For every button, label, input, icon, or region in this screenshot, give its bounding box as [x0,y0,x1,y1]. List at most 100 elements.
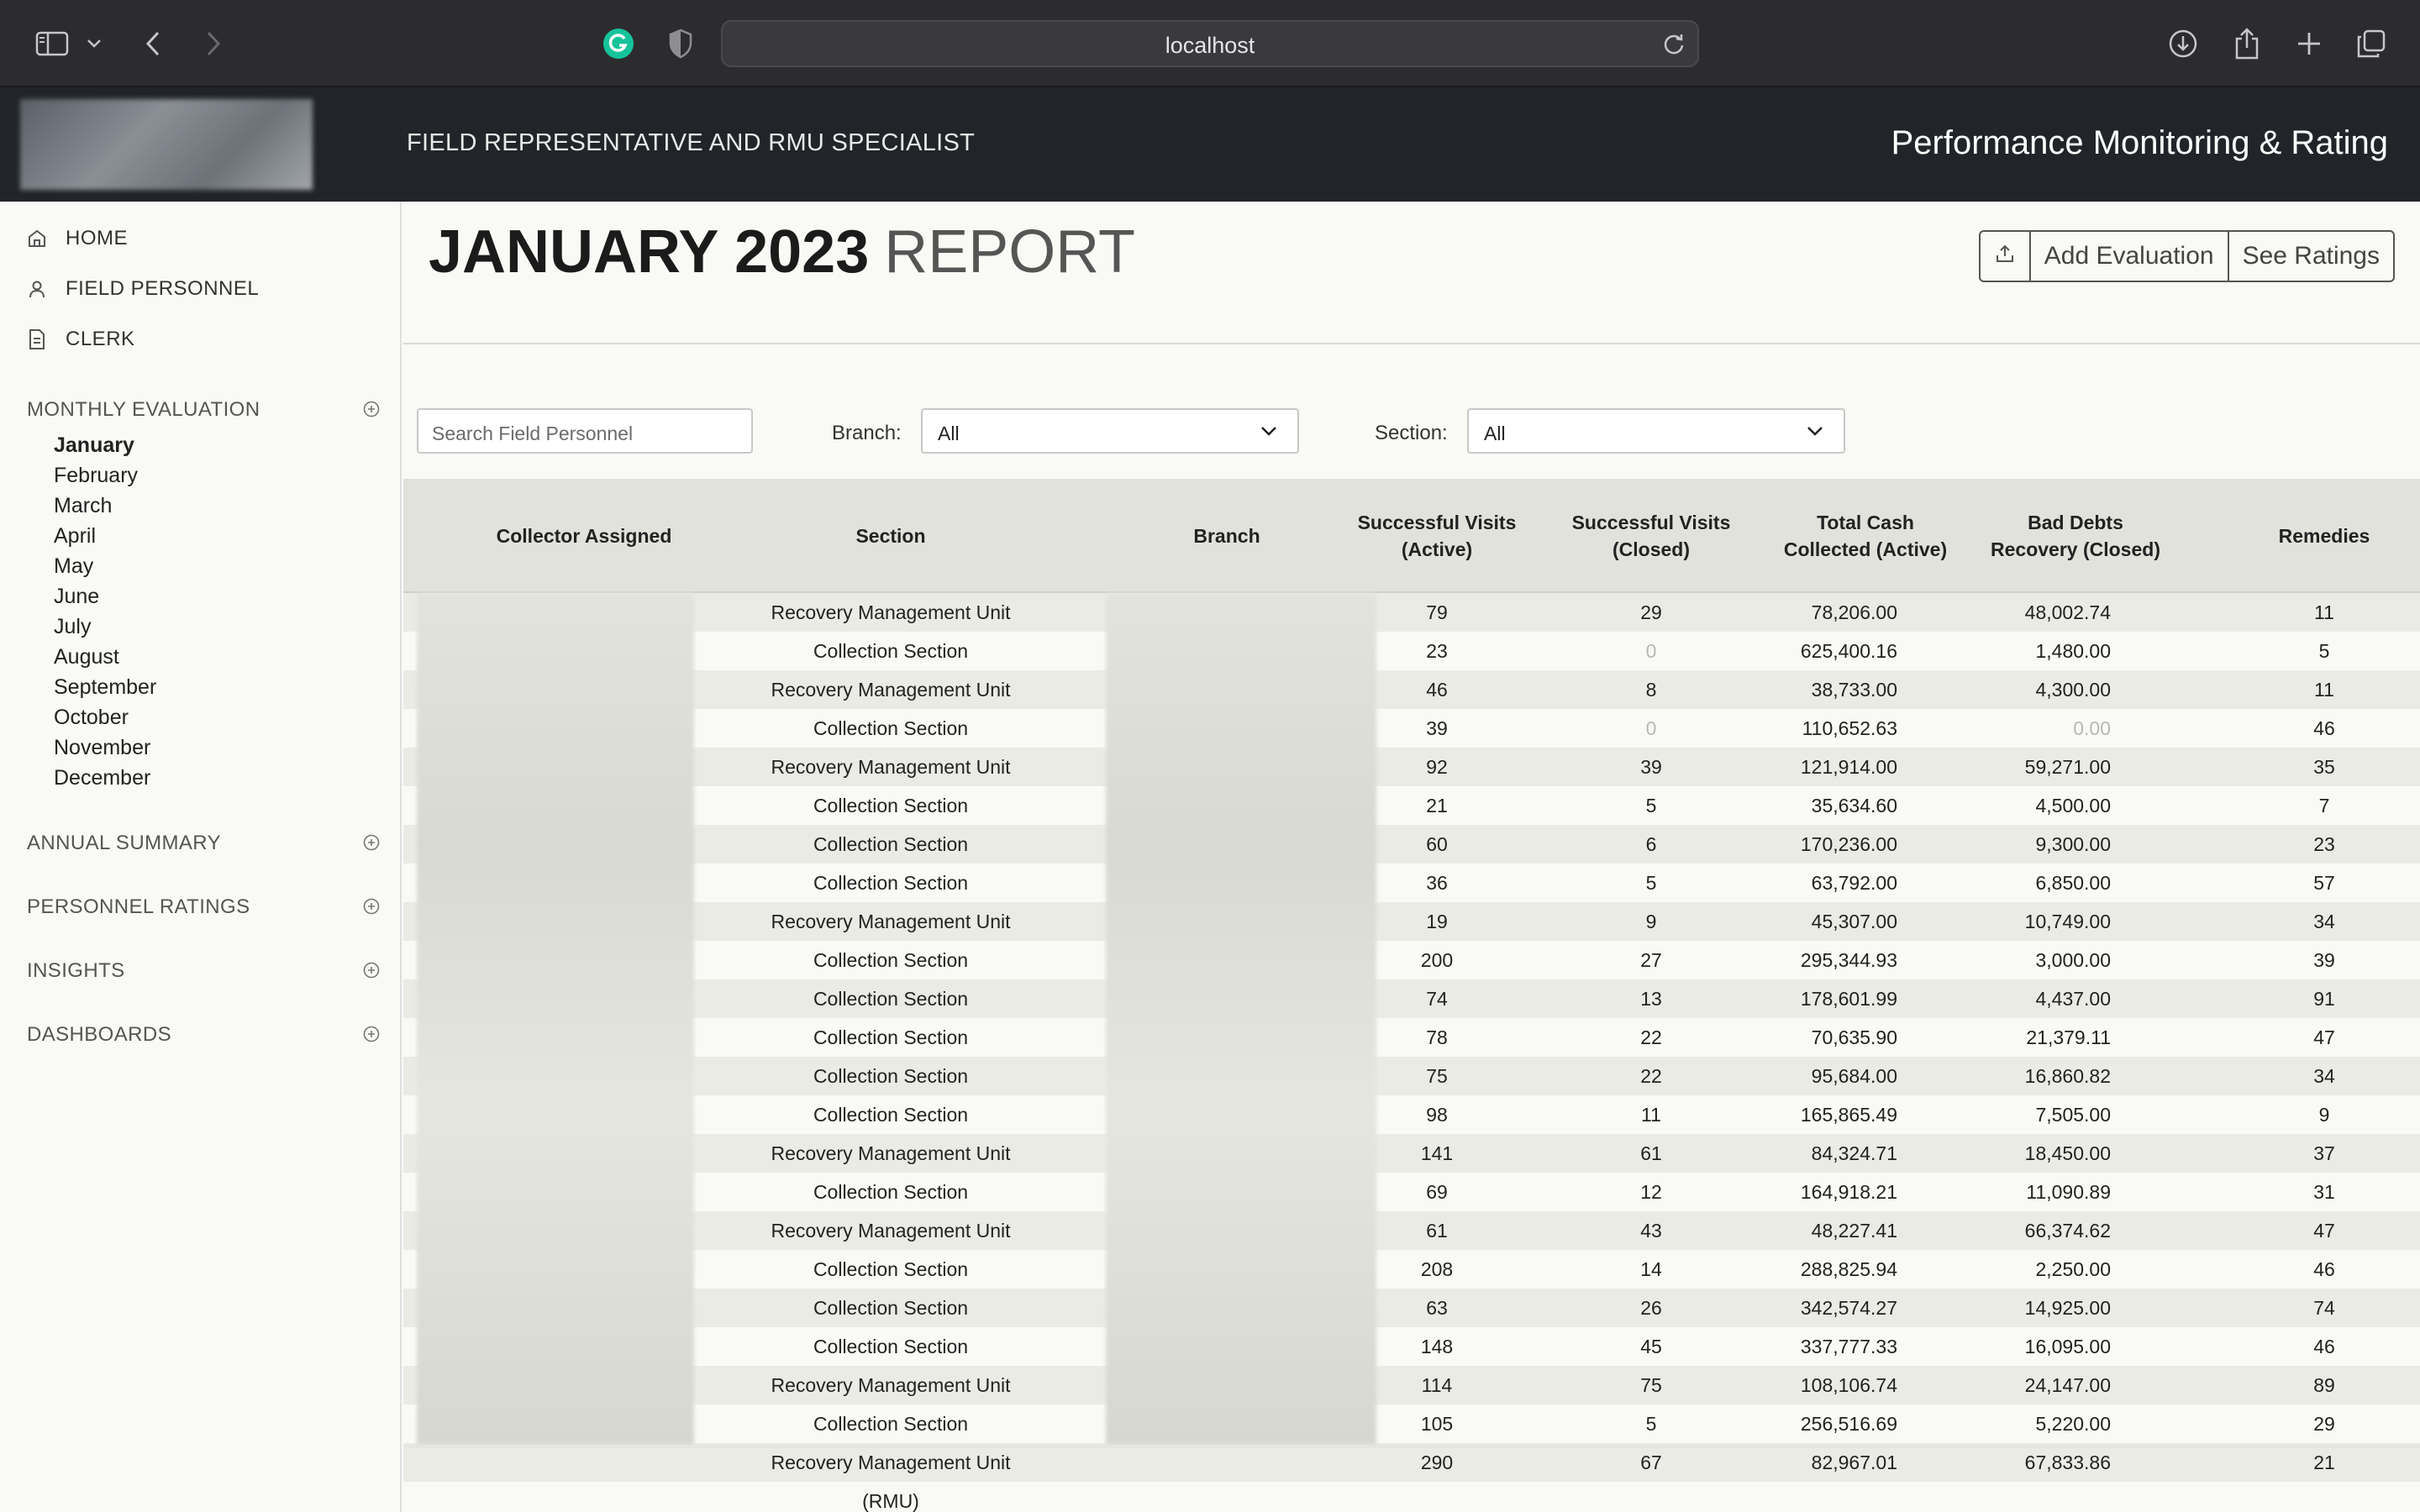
plus-circle-icon[interactable] [363,961,380,984]
section-dashboards[interactable]: DASHBOARDS [27,1023,380,1047]
table-row[interactable]: Collection Section 75 22 95,684.00 16,860.82… [403,1057,2420,1095]
section-annual-summary[interactable]: ANNUAL SUMMARY [27,832,380,855]
table-row[interactable]: Recovery Management Unit (RMU) 290 67 82,96… [403,1443,2420,1512]
grammarly-icon[interactable] [598,24,639,64]
reload-icon[interactable] [1662,32,1686,60]
col-branch[interactable]: Branch [1101,479,1353,593]
tabs-overview-icon[interactable] [2351,24,2391,64]
cell-bad-debts: 10,749.00 [2024,911,2111,932]
back-arrow-icon[interactable] [133,24,173,64]
document-icon [25,328,49,351]
cell-total-cash: 78,206.00 [1811,601,1897,623]
table-body: Recovery Management Unit (RMU)792978,206… [403,593,2420,1512]
col-section[interactable]: Section [765,479,1017,593]
month-september[interactable]: September [54,672,156,702]
section-dashboards-label: DASHBOARDS [27,1023,172,1046]
month-october[interactable]: October [54,702,156,732]
branch-select[interactable]: All [921,408,1299,454]
col-total-cash[interactable]: Total Cash Collected (Active) [1765,479,1966,593]
col-collector[interactable]: Collector Assigned [403,479,765,593]
cell-remedies: 34 [2313,1065,2335,1087]
month-april[interactable]: April [54,521,156,551]
table-row[interactable]: Collection Section 98 11 165,865.49 7,505.00… [403,1095,2420,1134]
table-row[interactable]: Collection Section 39 0 110,652.63 0.00 46 [403,709,2420,748]
col-visits-active[interactable]: Successful Visits (Active) [1353,479,1521,593]
cell-visits-active: 208 [1420,1258,1454,1280]
month-may[interactable]: May [54,551,156,581]
month-december[interactable]: December [54,763,156,793]
url-bar[interactable]: localhost [721,20,1699,67]
nav-field-personnel[interactable]: FIELD PERSONNEL [25,277,259,301]
table-row[interactable]: Recovery Management Unit (RMU) 141 61 84,32… [403,1134,2420,1203]
cell-section: Collection Section [813,1181,969,1203]
nav-clerk[interactable]: CLERK [25,328,135,351]
table-row[interactable]: Recovery Management Unit (RMU) 114 75 108,1… [403,1366,2420,1435]
table-row[interactable]: Collection Section 208 14 288,825.94 2,250.0… [403,1250,2420,1289]
month-june[interactable]: June [54,581,156,612]
see-ratings-button[interactable]: See Ratings [2229,232,2393,281]
plus-circle-icon[interactable] [363,400,380,423]
table-row[interactable]: Recovery Management Unit (RMU) 92 39 121,91… [403,748,2420,816]
report-month-year: JANUARY 2023 [429,218,870,286]
table-row[interactable]: Collection Section 60 6 170,236.00 9,300.00 2… [403,825,2420,864]
section-monthly-evaluation[interactable]: MONTHLY EVALUATION [27,398,380,422]
table-row[interactable]: Collection Section 23 0 625,400.16 1,480.00 5 [403,632,2420,670]
cell-visits-closed: 8 [1645,679,1657,701]
table-row[interactable]: Collection Section 63 26 342,574.27 14,925.0… [403,1289,2420,1327]
cell-section: Recovery Management Unit (RMU) [771,1374,1011,1435]
nav-home[interactable]: HOME [25,227,128,250]
export-button[interactable] [1981,232,2031,281]
cell-total-cash: 288,825.94 [1800,1258,1897,1280]
month-july[interactable]: July [54,612,156,642]
section-select[interactable]: All [1467,408,1845,454]
table-row[interactable]: Collection Section 21 5 35,634.60 4,500.00 7 [403,786,2420,825]
section-personnel-ratings[interactable]: PERSONNEL RATINGS [27,895,380,919]
table-row[interactable]: Recovery Management Unit (RMU) 46 8 38,733.… [403,670,2420,739]
table-row[interactable]: Recovery Management Unit (RMU) 79 29 78,206… [403,593,2420,662]
col-bad-debts[interactable]: Bad Debts Recovery (Closed) [1975,479,2176,593]
section-insights[interactable]: INSIGHTS [27,959,380,983]
table-row[interactable]: Collection Section 200 27 295,344.93 3,000.0… [403,941,2420,979]
share-icon[interactable] [2227,24,2267,64]
table-row[interactable]: Recovery Management Unit (RMU) 19 9 45,307.… [403,902,2420,971]
month-january[interactable]: January [54,430,156,460]
cell-visits-active: 61 [1426,1220,1448,1242]
table-row[interactable]: Collection Section 148 45 337,777.33 16,095.… [403,1327,2420,1366]
home-icon [25,227,49,250]
chevron-down-icon[interactable] [77,24,111,64]
sidebar: HOME FIELD PERSONNEL CLERK MONTHLY EVALU… [0,202,402,1512]
forward-arrow-icon[interactable] [193,24,234,64]
col-remedies[interactable]: Remedies [2257,479,2391,593]
search-input[interactable]: Search Field Personnel [417,408,753,454]
plus-circle-icon[interactable] [363,897,380,921]
month-august[interactable]: August [54,642,156,672]
table-row[interactable]: Collection Section 36 5 63,792.00 6,850.00 57 [403,864,2420,902]
cell-visits-closed: 22 [1640,1026,1662,1048]
page-title: JANUARY 2023 REPORT [429,222,1135,282]
month-march[interactable]: March [54,491,156,521]
plus-circle-icon[interactable] [363,1025,380,1048]
col-visits-closed[interactable]: Successful Visits (Closed) [1567,479,1735,593]
cell-visits-closed: 43 [1640,1220,1662,1242]
cell-section: Collection Section [813,1104,969,1126]
sidebar-toggle-icon[interactable] [32,24,72,64]
cell-bad-debts: 3,000.00 [2035,949,2111,971]
table-row[interactable]: Collection Section 105 5 256,516.69 5,220.00… [403,1404,2420,1443]
cell-section: Collection Section [813,1026,969,1048]
add-evaluation-button[interactable]: Add Evaluation [2031,232,2229,281]
cell-remedies: 57 [2313,872,2335,894]
cell-visits-active: 19 [1426,911,1448,932]
section-insights-label: INSIGHTS [27,959,125,982]
shield-icon[interactable] [660,24,701,64]
table-row[interactable]: Recovery Management Unit (RMU) 61 43 48,227… [403,1211,2420,1280]
month-february[interactable]: February [54,460,156,491]
table-row[interactable]: Collection Section 74 13 178,601.99 4,437.00… [403,979,2420,1018]
new-tab-icon[interactable] [2289,24,2329,64]
download-icon[interactable] [2163,24,2203,64]
table-row[interactable]: Collection Section 78 22 70,635.90 21,379.11… [403,1018,2420,1057]
logo[interactable] [20,99,313,190]
plus-circle-icon[interactable] [363,833,380,857]
cell-remedies: 31 [2313,1181,2335,1203]
table-row[interactable]: Collection Section 69 12 164,918.21 11,090.8… [403,1173,2420,1211]
month-november[interactable]: November [54,732,156,763]
